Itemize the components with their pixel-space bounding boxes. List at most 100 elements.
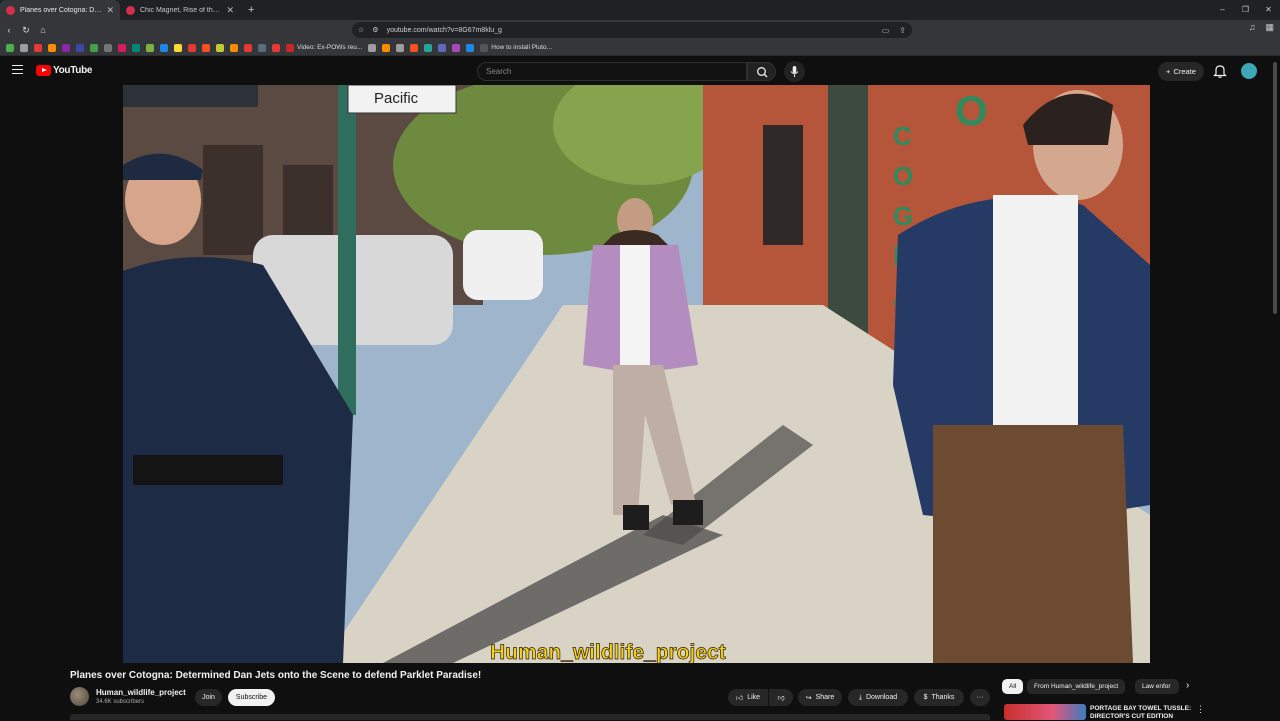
bookmark-icon[interactable] xyxy=(410,43,419,52)
bookmark-icon[interactable] xyxy=(382,43,391,52)
sidebar-icon[interactable]: ▦ xyxy=(1265,22,1274,33)
chip-from-channel[interactable]: From Human_wildlife_project xyxy=(1027,679,1126,694)
bookmark-icon[interactable] xyxy=(90,43,98,52)
more-actions-button[interactable]: ··· xyxy=(970,689,990,706)
like-label: Like xyxy=(747,694,761,701)
description-box[interactable] xyxy=(70,714,990,720)
thanks-button[interactable]: $ Thanks xyxy=(914,689,964,706)
reload-icon[interactable]: ↻ xyxy=(18,25,34,36)
url-text: youtube.com/watch?v=8G67m8klu_g xyxy=(386,26,502,34)
minimize-icon[interactable]: – xyxy=(1211,0,1234,20)
address-bar[interactable]: ☆ ⚙ youtube.com/watch?v=8G67m8klu_g ▭ ⇪ xyxy=(352,22,912,38)
mic-icon xyxy=(790,66,799,77)
thanks-label: Thanks xyxy=(931,694,955,701)
browser-tab-active[interactable]: Planes over Cotogna: Determ ✕ xyxy=(0,0,120,20)
subscribe-label: Subscribe xyxy=(235,694,268,701)
chip-law-enforcement[interactable]: Law enfor xyxy=(1135,679,1179,694)
tab-title: Planes over Cotogna: Determ xyxy=(20,6,101,14)
close-window-icon[interactable]: ✕ xyxy=(1257,0,1280,20)
bookmark-icon[interactable] xyxy=(368,43,377,52)
youtube-favicon-icon xyxy=(6,5,15,15)
tab-title: Chic Magnet, Rise of the warrior wor xyxy=(140,6,221,14)
back-icon[interactable]: ‹ xyxy=(1,25,17,35)
bookmark-icon[interactable] xyxy=(452,43,461,52)
bookmark-icon[interactable] xyxy=(48,43,56,52)
voice-search-button[interactable] xyxy=(784,61,805,82)
close-tab-icon[interactable]: ✕ xyxy=(226,5,234,16)
channel-avatar[interactable] xyxy=(70,687,89,706)
browser-tab-strip: Planes over Cotogna: Determ ✕ Chic Magne… xyxy=(0,0,1280,20)
channel-name[interactable]: Human_wildlife_project xyxy=(96,688,186,697)
account-avatar[interactable] xyxy=(1241,63,1257,79)
chevron-right-icon[interactable]: › xyxy=(1186,680,1189,691)
bookmark-icon[interactable] xyxy=(20,43,28,52)
recommendation-thumbnail[interactable] xyxy=(1004,704,1086,720)
video-watermark: Human_wildlife_project xyxy=(490,641,726,663)
share-label: Share xyxy=(815,694,835,701)
bookmark-icon[interactable] xyxy=(34,43,42,52)
logo-text: YouTube xyxy=(53,65,93,76)
menu-icon[interactable] xyxy=(12,65,23,74)
bookmark-star-icon[interactable]: ☆ xyxy=(358,26,364,34)
bookmark-icon[interactable] xyxy=(230,43,238,52)
thumbs-down-icon: 👎︎ xyxy=(777,695,785,702)
bookmark-icon[interactable] xyxy=(216,43,224,52)
dislike-button[interactable]: 👎︎ xyxy=(769,689,793,706)
recommendation-title[interactable]: PORTAGE BAY TOWEL TUSSLE: DIRECTOR'S CUT… xyxy=(1090,705,1192,721)
close-tab-icon[interactable]: ✕ xyxy=(106,5,114,16)
bookmark-icon[interactable] xyxy=(272,43,280,52)
bookmark-icon[interactable] xyxy=(62,43,70,52)
bookmark-item[interactable]: Video: Ex-POWs reu... xyxy=(286,43,362,52)
bookmark-icon[interactable] xyxy=(146,43,154,52)
media-icon[interactable]: ♫ xyxy=(1249,22,1256,33)
bookmark-icon[interactable] xyxy=(160,43,168,52)
bookmark-icon[interactable] xyxy=(244,43,252,52)
thanks-icon: $ xyxy=(923,694,928,701)
bookmark-item[interactable]: How to install Pluto... xyxy=(480,43,552,52)
window-controls: – ❐ ✕ xyxy=(1211,0,1280,20)
site-info-icon[interactable]: ⚙ xyxy=(372,26,378,34)
video-title: Planes over Cotogna: Determined Dan Jets… xyxy=(70,670,482,681)
bookmark-icon[interactable] xyxy=(174,43,182,52)
bookmark-icon[interactable] xyxy=(202,43,210,52)
page-scrollbar[interactable] xyxy=(1273,62,1277,314)
like-button[interactable]: 👍︎ Like xyxy=(728,689,768,706)
subscribe-button[interactable]: Subscribe xyxy=(228,689,275,706)
download-button[interactable]: ⤓ Download xyxy=(848,689,908,706)
bookmark-icon[interactable] xyxy=(424,43,433,52)
youtube-favicon-icon xyxy=(126,5,135,15)
join-button[interactable]: Join xyxy=(195,689,222,706)
bookmark-icon[interactable] xyxy=(438,43,447,52)
chip-all[interactable]: All xyxy=(1002,679,1024,694)
bookmark-icon[interactable] xyxy=(132,43,140,52)
browser-tab[interactable]: Chic Magnet, Rise of the warrior wor ✕ xyxy=(120,0,240,20)
bookmark-icon[interactable] xyxy=(188,43,196,52)
create-button[interactable]: + Create xyxy=(1158,62,1204,81)
notifications-bell-icon[interactable] xyxy=(1213,63,1227,79)
bookmark-icon[interactable] xyxy=(6,43,14,52)
bookmarks-bar: Video: Ex-POWs reu... How to install Plu… xyxy=(0,40,1280,56)
cast-icon[interactable]: ▭ xyxy=(882,26,890,35)
bookmark-icon[interactable] xyxy=(118,43,126,52)
new-tab-icon[interactable]: + xyxy=(240,4,262,16)
bookmark-icon[interactable] xyxy=(466,43,475,52)
restore-icon[interactable]: ❐ xyxy=(1234,0,1257,20)
share-button[interactable]: ↪ Share xyxy=(798,689,842,706)
bookmark-icon[interactable] xyxy=(258,43,266,52)
bookmark-icon[interactable] xyxy=(104,43,112,52)
search-icon xyxy=(757,67,768,78)
share-page-icon[interactable]: ⇪ xyxy=(899,26,906,35)
download-icon: ⤓ xyxy=(858,693,862,701)
search-button[interactable] xyxy=(747,62,776,81)
bookmark-icon[interactable] xyxy=(396,43,405,52)
youtube-logo[interactable]: YouTube xyxy=(36,65,93,76)
more-vertical-icon[interactable]: ⋮ xyxy=(1196,704,1205,715)
home-icon[interactable]: ⌂ xyxy=(35,25,51,35)
video-frame: O COGNA Pacific xyxy=(123,85,1150,663)
search-input[interactable]: Search xyxy=(477,62,747,81)
bookmark-icon xyxy=(480,43,489,52)
download-label: Download xyxy=(865,694,898,701)
more-horizontal-icon: ··· xyxy=(976,694,984,701)
video-player[interactable]: O COGNA Pacific xyxy=(123,85,1150,663)
bookmark-icon[interactable] xyxy=(76,43,84,52)
